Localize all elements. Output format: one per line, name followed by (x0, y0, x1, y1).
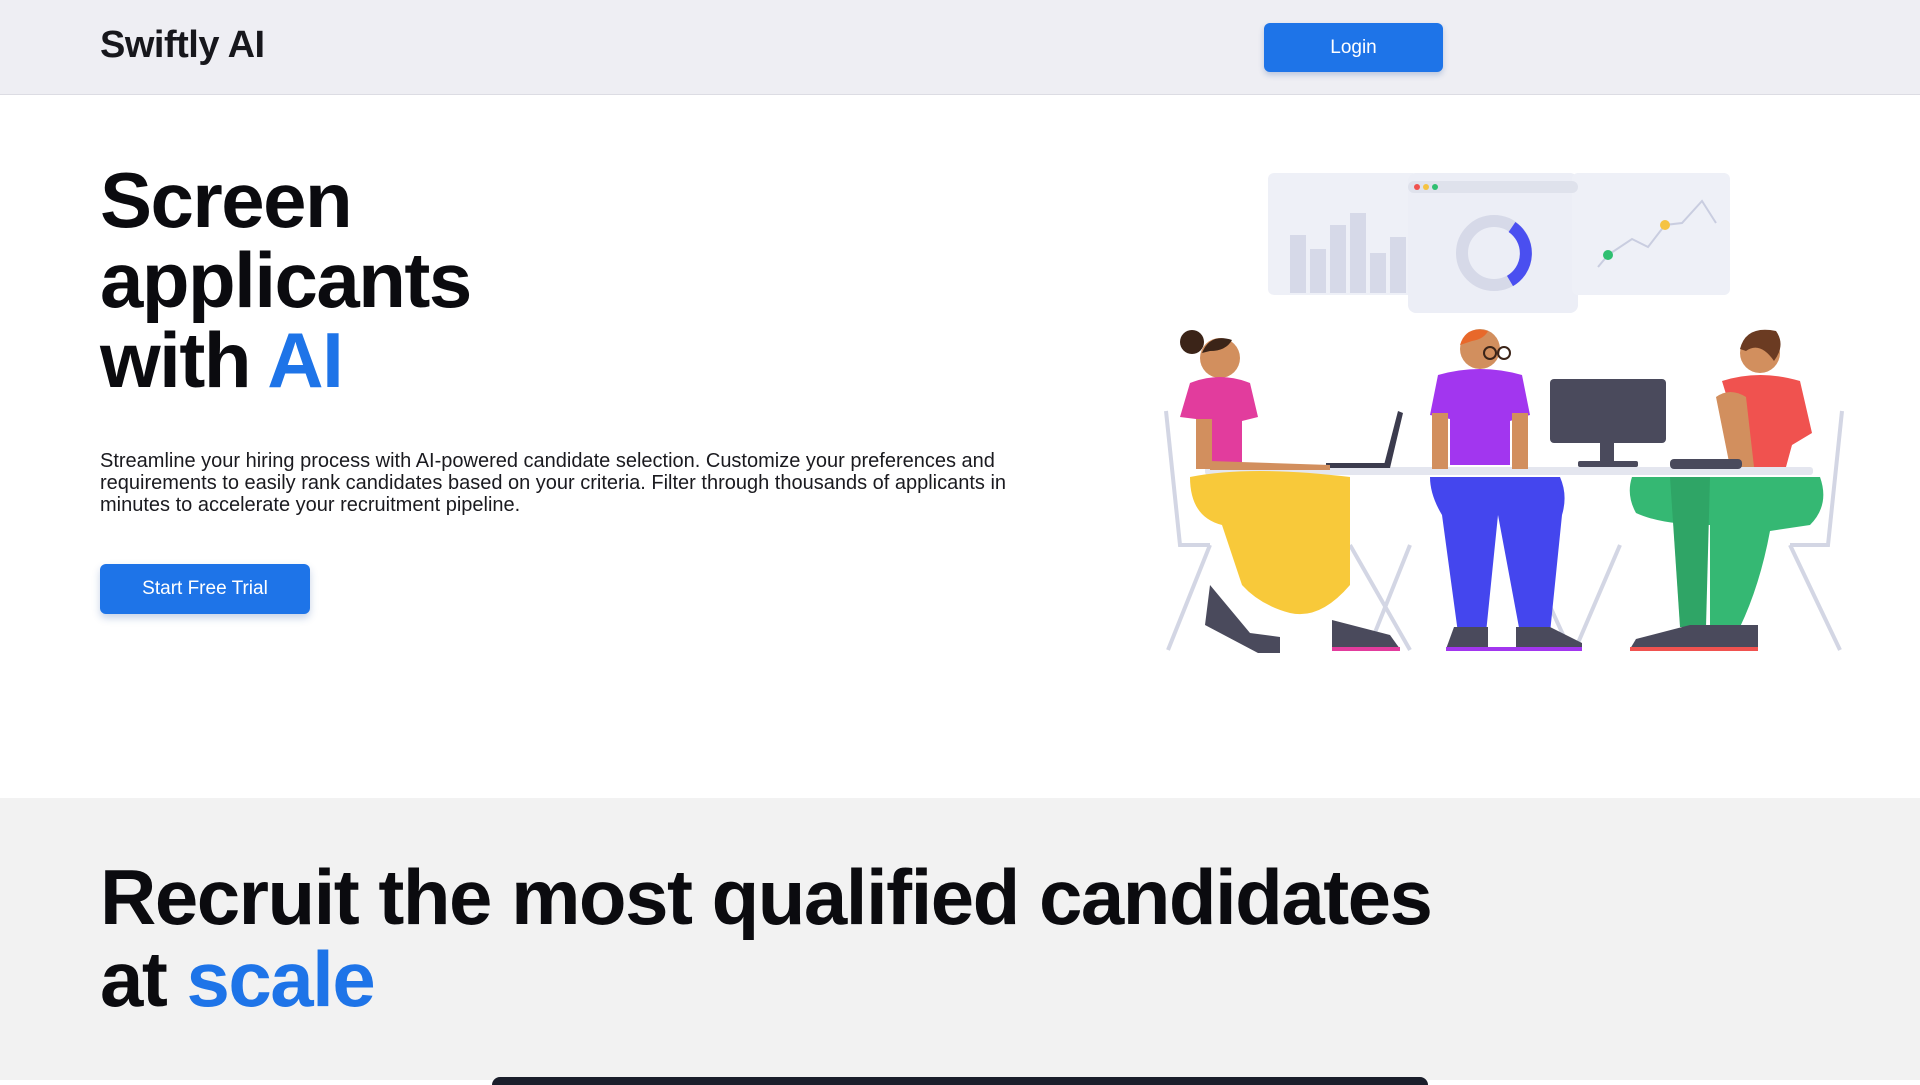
monitor-icon (1550, 379, 1666, 467)
hero-title-line-1: Screen (100, 156, 353, 244)
section-recruit-title-line-2: at (100, 935, 187, 1023)
section-recruit-title-accent: scale (186, 935, 376, 1023)
hero-title: Screen applicants with AI (100, 160, 472, 400)
section-recruit: Recruit the most qualified candidates at… (0, 798, 1920, 1085)
laptop-icon (1326, 411, 1403, 468)
hero-title-line-2: applicants (100, 236, 472, 324)
person-left (1180, 330, 1400, 653)
section-recruit-title-line-1: Recruit the most qualified candidates (100, 853, 1433, 941)
hero-title-line-3: with (100, 316, 268, 404)
hero-illustration (1164, 173, 1844, 653)
section-recruit-title: Recruit the most qualified candidates at… (100, 853, 1433, 1023)
top-navbar: Swiftly AI Login (0, 0, 1920, 95)
hero-title-accent: AI (267, 316, 344, 404)
person-center (1430, 329, 1582, 651)
person-right (1629, 329, 1824, 651)
start-free-trial-button[interactable]: Start Free Trial (100, 564, 310, 614)
brand-logo[interactable]: Swiftly AI (100, 24, 265, 67)
hero-description: Streamline your hiring process with AI-p… (100, 450, 1007, 516)
product-preview-edge (492, 1077, 1428, 1085)
login-button[interactable]: Login (1264, 23, 1443, 72)
